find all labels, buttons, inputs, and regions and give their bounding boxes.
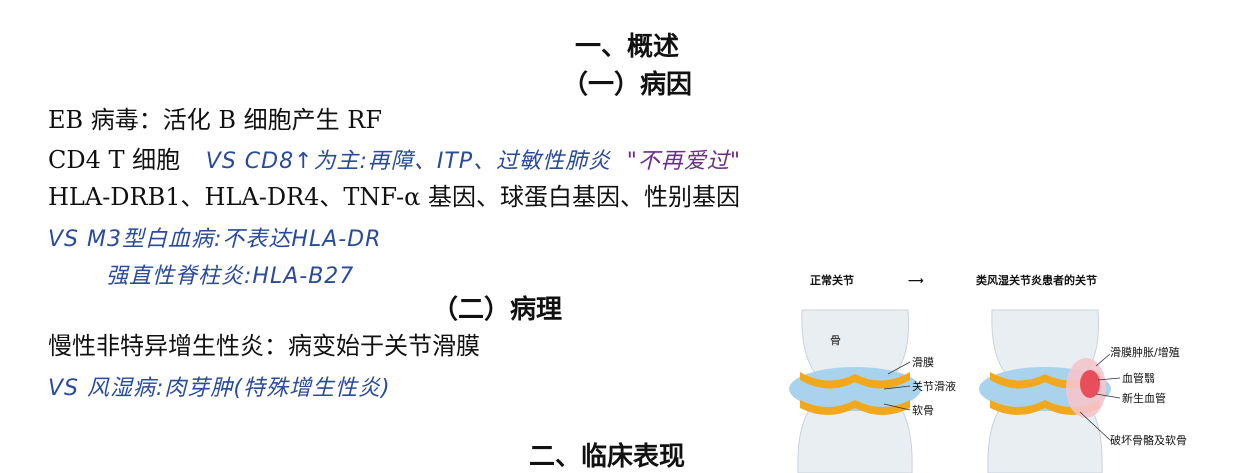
m3-leukemia-handwritten-note: VS M3型白血病:不表达HLA-DR	[48, 227, 382, 252]
normal-joint-illustration: 骨 滑膜 关节滑液 软骨	[789, 309, 956, 473]
cd8-handwritten-note: VS CD8↑为主:再障、ITP、过敏性肺炎	[205, 149, 612, 174]
rheumatic-fever-handwritten-note: VS 风湿病:肉芽肿(特殊增生性炎)	[48, 376, 391, 401]
synovial-fluid-label: 关节滑液	[912, 379, 956, 393]
mnemonic-handwritten-note: "不再爱过"	[626, 149, 742, 174]
ankylosing-spondylitis-handwritten-note: 强直性脊柱炎:HLA-B27	[106, 264, 355, 289]
normal-joint-title: 正常关节	[810, 273, 854, 287]
cd4-print-text: CD4 T 细胞	[48, 146, 181, 174]
new-vessels-label: 新生血管	[1122, 391, 1166, 405]
bone-cartilage-damage-label: 破坏骨骼及软骨	[1110, 433, 1187, 447]
bone-label: 骨	[830, 334, 841, 347]
etiology-line-genes: HLA-DRB1、HLA-DR4、TNF-α 基因、球蛋白基因、性别基因	[48, 183, 740, 211]
etiology-line-cd4: CD4 T 细胞 VS CD8↑为主:再障、ITP、过敏性肺炎 "不再爱过"	[48, 140, 741, 175]
title-arrow: ⟶	[908, 274, 924, 287]
etiology-line-eb-virus: EB 病毒：活化 B 细胞产生 RF	[48, 106, 383, 134]
ra-joint-illustration: 滑膜肿胀/增殖 血管翳 新生血管 破坏骨骼及软骨	[979, 309, 1187, 473]
joint-comparison-diagram: 正常关节 ⟶ 类风湿关节炎患者的关节 骨 滑膜 关节滑液 软骨 滑膜肿胀/增殖 …	[780, 262, 1240, 473]
cartilage-label: 软骨	[912, 403, 934, 417]
ra-joint-title: 类风湿关节炎患者的关节	[976, 273, 1097, 287]
pathology-line-synovium: 慢性非特异增生性炎：病变始于关节滑膜	[48, 332, 480, 360]
pannus-label: 血管翳	[1122, 371, 1155, 385]
synovium-label: 滑膜	[912, 356, 934, 369]
overview-heading: 一、概述	[574, 32, 679, 62]
etiology-heading: （一）病因	[561, 70, 692, 100]
synovial-swelling-label: 滑膜肿胀/增殖	[1110, 345, 1180, 359]
